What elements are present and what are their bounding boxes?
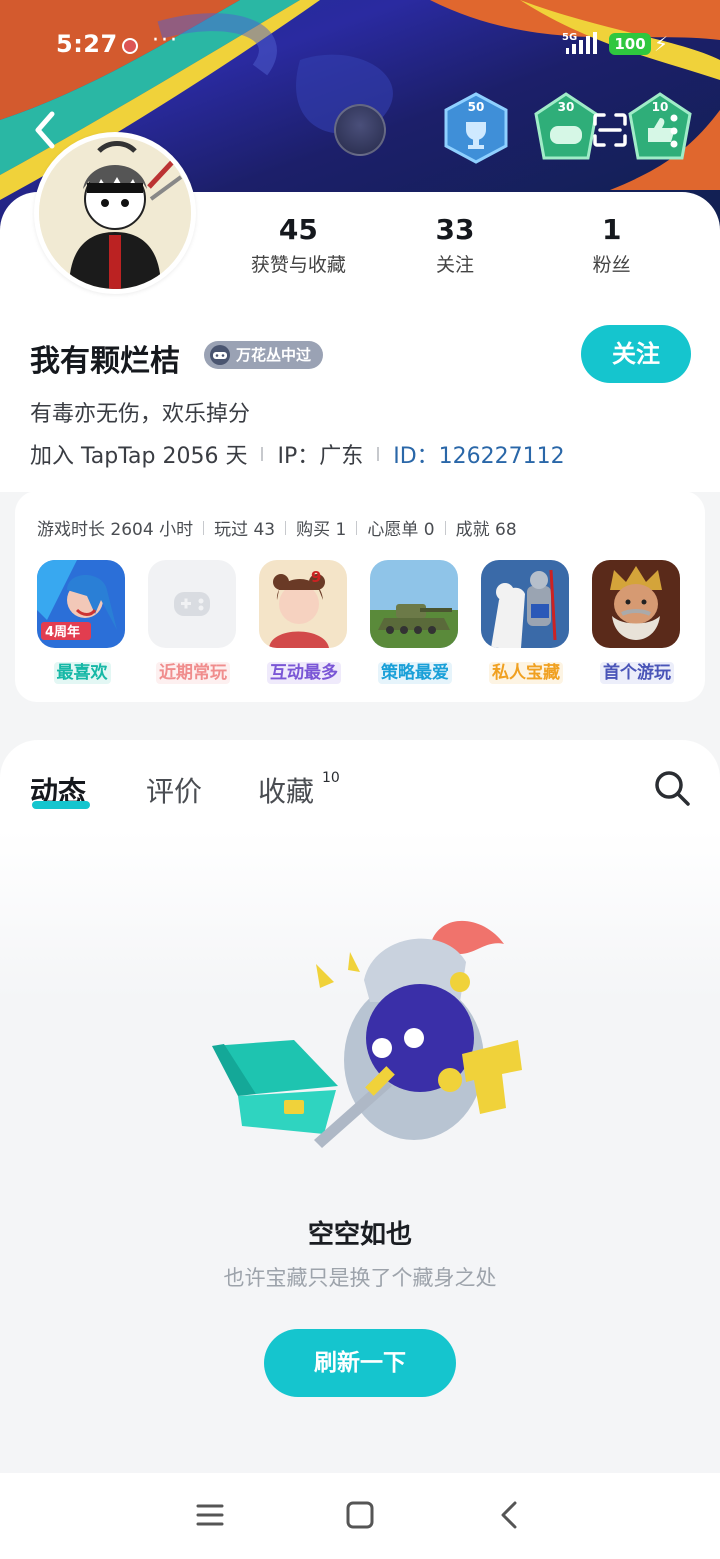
profile-meta: 加入 TapTap 2056 天 IP：广东 ID：126227112	[30, 438, 565, 470]
game-favorite[interactable]: 4周年 最喜欢	[37, 560, 127, 684]
game-label: 首个游玩	[592, 658, 682, 684]
user-id[interactable]: ID：126227112	[393, 438, 564, 470]
mini-avatar	[334, 104, 386, 156]
game-icon: 4周年	[37, 560, 125, 648]
game-icon: 9	[259, 560, 347, 648]
svg-text:9: 9	[311, 568, 321, 586]
status-bar: 5:27 ··· 5G 100 ⚡	[0, 28, 720, 64]
scan-icon[interactable]	[592, 112, 628, 148]
refresh-button[interactable]: 刷新一下	[264, 1329, 456, 1397]
svg-text:5G: 5G	[562, 32, 577, 43]
game-icon	[481, 560, 569, 648]
more-vertical-icon[interactable]	[668, 114, 680, 148]
divider	[203, 520, 205, 535]
stat-value: 33	[435, 213, 475, 246]
achievement-count: 成就 68	[455, 520, 517, 540]
status-time: 5:27	[56, 30, 118, 58]
stat-label: 粉丝	[592, 254, 631, 276]
achievement-badge-gamepad[interactable]: 30	[532, 92, 600, 164]
game-first[interactable]: 首个游玩	[592, 560, 682, 684]
played-count: 玩过 43	[214, 520, 276, 540]
divider	[356, 520, 358, 535]
profile-name: 我有颗烂桔	[30, 344, 180, 379]
battery-indicator: 100	[609, 33, 651, 55]
signal-icon: 5G	[562, 32, 597, 54]
game-label: 私人宝藏	[481, 658, 571, 684]
tab-reviews[interactable]: 评价	[146, 770, 202, 810]
divider	[261, 447, 264, 461]
status-more-icon: ···	[152, 28, 179, 53]
game-strategy[interactable]: 策略最爱	[370, 560, 460, 684]
wishlist-count: 心愿单 0	[367, 520, 435, 540]
back-nav-icon[interactable]	[490, 1495, 530, 1535]
badge-number: 10	[651, 100, 669, 114]
profile-bio: 有毒亦无伤，欢乐掉分	[30, 402, 251, 427]
badge-number: 50	[467, 100, 485, 114]
profile-stats: 45 获赞与收藏 33 关注 1 粉丝	[220, 212, 690, 277]
game-label: 策略最爱	[370, 658, 460, 684]
charging-icon: ⚡	[654, 32, 669, 56]
empty-state-illustration	[212, 920, 522, 1148]
games-card: 游戏时长 2604 小时 玩过 43 购买 1 心愿单 0 成就 68 4周年 …	[15, 491, 705, 702]
stat-fans[interactable]: 1 粉丝	[533, 212, 690, 277]
divider	[285, 520, 287, 535]
games-stats[interactable]: 游戏时长 2604 小时 玩过 43 购买 1 心愿单 0 成就 68	[37, 515, 517, 540]
empty-subtitle: 也许宝藏只是换了个藏身之处	[223, 1266, 497, 1290]
badge-number: 30	[557, 100, 575, 114]
stat-label: 获赞与收藏	[250, 254, 346, 276]
game-interact[interactable]: 9 互动最多	[259, 560, 349, 684]
play-time: 游戏时长 2604 小时	[37, 520, 194, 540]
notification-icon	[122, 38, 138, 54]
achievement-badge-trophy[interactable]: 50	[442, 92, 510, 164]
game-icon	[592, 560, 680, 648]
back-icon[interactable]	[28, 108, 64, 152]
game-label: 近期常玩	[148, 658, 238, 684]
achievement-badge-thumb[interactable]: 10	[626, 92, 694, 164]
tab-collection[interactable]: 收藏	[258, 770, 314, 810]
active-tab-indicator	[32, 801, 90, 809]
game-label: 最喜欢	[37, 658, 127, 684]
stat-likes[interactable]: 45 获赞与收藏	[220, 212, 377, 277]
avatar-illustration	[39, 137, 191, 289]
divider	[377, 447, 380, 461]
empty-title: 空空如也	[307, 1220, 412, 1250]
ip-location: IP：广东	[277, 444, 364, 469]
gamepad-placeholder-icon	[148, 560, 236, 648]
gamepad-icon	[210, 345, 230, 365]
stat-value: 1	[601, 213, 622, 246]
home-icon[interactable]	[340, 1495, 380, 1535]
collection-count: 10	[322, 770, 340, 786]
system-nav-bar	[0, 1473, 720, 1559]
stat-value: 45	[278, 213, 318, 246]
follow-button[interactable]: 关注	[581, 325, 691, 383]
title-tag-label: 万花丛中过	[236, 346, 312, 364]
avatar[interactable]	[34, 132, 196, 294]
divider	[444, 520, 446, 535]
search-icon[interactable]	[652, 768, 692, 808]
game-treasure[interactable]: 私人宝藏	[481, 560, 571, 684]
title-tag[interactable]: 万花丛中过	[204, 341, 324, 369]
stat-label: 关注	[436, 254, 475, 276]
game-label: 互动最多	[259, 658, 349, 684]
stat-following[interactable]: 33 关注	[377, 212, 534, 277]
game-recent[interactable]: 近期常玩	[148, 560, 238, 684]
purchase-count: 购买 1	[296, 520, 347, 540]
game-icon	[370, 560, 458, 648]
svg-text:4周年: 4周年	[45, 624, 80, 640]
joined-days: 加入 TapTap 2056 天	[30, 444, 248, 469]
menu-icon[interactable]	[190, 1495, 230, 1535]
